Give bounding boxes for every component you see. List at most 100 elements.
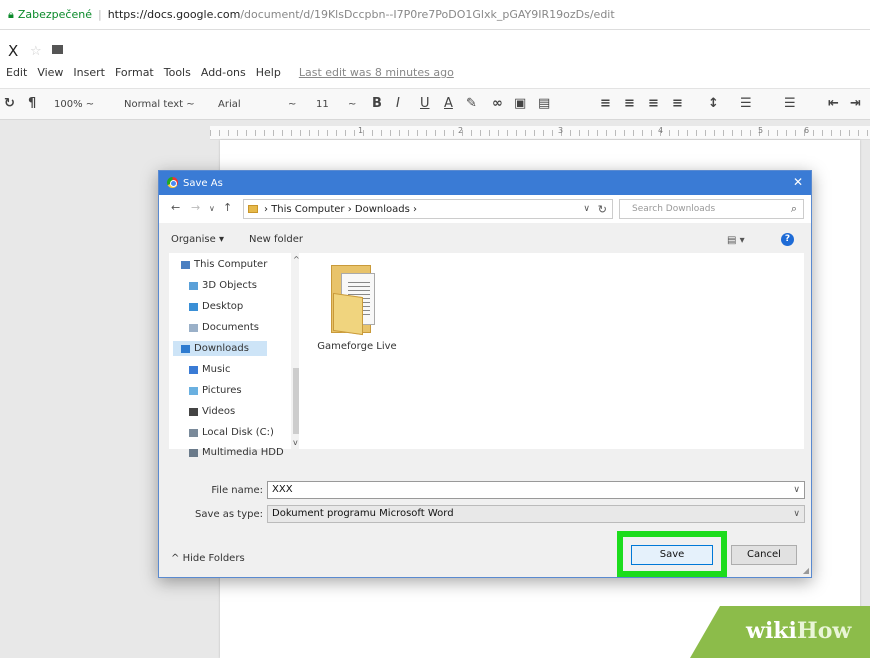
file-name-value: XXX [272, 484, 293, 495]
refresh-icon[interactable]: ↻ [598, 203, 607, 216]
nav-item-this-computer[interactable]: This Computer [181, 259, 267, 270]
organise-button[interactable]: Organise ▾ [171, 234, 224, 245]
help-icon[interactable]: ? [781, 233, 794, 246]
menu-tools[interactable]: Tools [164, 66, 191, 79]
comment-icon[interactable]: ▣ [514, 96, 526, 111]
separator: | [97, 8, 102, 21]
docs-toolbar: ↻ ¶ 100% ~ Normal text ~ Arial ~ 11 ~ B … [0, 88, 870, 120]
increase-indent-icon[interactable]: ⇥ [850, 96, 861, 111]
breadcrumb-this-computer[interactable]: This Computer [271, 204, 344, 215]
ruler-number: 5 [758, 126, 764, 135]
folder-icon [331, 265, 383, 336]
up-arrow-icon[interactable]: ↑ [223, 201, 232, 214]
save-as-dialog: Save As ✕ ← → ∨ ↑ › This Computer › Down… [158, 170, 812, 578]
last-edit-link[interactable]: Last edit was 8 minutes ago [299, 66, 454, 79]
path-breadcrumb[interactable]: › This Computer › Downloads › ∨ ↻ [243, 199, 613, 219]
link-icon[interactable]: ∞ [492, 96, 503, 111]
recent-locations-icon[interactable]: ∨ [209, 204, 215, 213]
menu-view[interactable]: View [37, 66, 63, 79]
text-color-icon[interactable]: A [444, 96, 453, 111]
menu-edit[interactable]: Edit [6, 66, 27, 79]
chevron-down-icon[interactable]: ∨ [583, 204, 590, 214]
search-icon: ⌕ [790, 202, 797, 215]
lock-icon: 🔒︎ [8, 7, 14, 21]
chevron-down-icon[interactable]: ∨ [793, 482, 800, 498]
breadcrumb-sep: › [344, 203, 355, 215]
file-name-row: File name: XXX ∨ [159, 481, 811, 501]
cancel-button[interactable]: Cancel [731, 545, 797, 565]
nav-item-label: Documents [202, 322, 260, 333]
italic-icon[interactable]: I [396, 96, 400, 111]
menu-help[interactable]: Help [256, 66, 281, 79]
menu-insert[interactable]: Insert [73, 66, 105, 79]
image-icon[interactable]: ▤ [538, 96, 550, 111]
star-icon[interactable]: ☆ [30, 44, 42, 59]
paint-format-icon[interactable]: ¶ [28, 96, 36, 111]
desktop-icon [189, 302, 198, 311]
font-size-dropdown-icon[interactable]: ~ [348, 99, 356, 110]
dialog-title: Save As [183, 177, 223, 189]
file-name-field[interactable]: XXX ∨ [267, 481, 805, 499]
search-input[interactable]: Search Downloads ⌕ [619, 199, 804, 219]
folder-icon [248, 205, 258, 213]
nav-item-label: Downloads [194, 343, 249, 354]
close-icon[interactable]: ✕ [793, 175, 803, 189]
ruler[interactable]: 1 2 3 4 5 6 [210, 126, 870, 140]
url-path[interactable]: /document/d/19KlsDccpbn--I7P0re7PoDO1Glx… [240, 8, 614, 21]
font-dropdown-icon[interactable]: ~ [288, 99, 296, 110]
document-title[interactable]: X [8, 42, 18, 60]
save-button[interactable]: Save [631, 545, 713, 565]
resize-grip-icon[interactable]: ◢ [803, 566, 809, 575]
font-size-select[interactable]: 11 [316, 99, 329, 110]
dialog-title-bar[interactable]: Save As ✕ [159, 171, 811, 195]
nav-item-label: Multimedia HDD [202, 447, 284, 458]
save-type-select[interactable]: Dokument programu Microsoft Word ∨ [267, 505, 805, 523]
nav-item-downloads[interactable]: Downloads [173, 341, 267, 356]
chevron-down-icon[interactable]: ∨ [793, 506, 800, 522]
nav-item-multimedia-hdd[interactable]: Multimedia HDD [189, 447, 285, 458]
menu-bar: Edit View Insert Format Tools Add-ons He… [6, 66, 454, 79]
nav-item-3d-objects[interactable]: 3D Objects [189, 280, 257, 291]
hide-folders-toggle[interactable]: ^ Hide Folders [171, 553, 245, 564]
nav-item-label: This Computer [194, 259, 268, 270]
url-host[interactable]: https://docs.google.com [108, 8, 241, 21]
nav-item-local-disk[interactable]: Local Disk (C:) [189, 427, 274, 438]
new-folder-button[interactable]: New folder [249, 234, 303, 245]
font-select[interactable]: Arial [218, 99, 241, 110]
nav-item-label: Desktop [202, 301, 244, 312]
folder-icon[interactable] [52, 45, 63, 54]
bulleted-list-icon[interactable]: ☰ [784, 96, 796, 111]
nav-item-music[interactable]: Music [189, 364, 230, 375]
file-item[interactable]: Gameforge Live [317, 265, 397, 352]
nav-item-documents[interactable]: Documents [189, 322, 259, 333]
align-left-icon[interactable]: ≡ [600, 96, 611, 111]
numbered-list-icon[interactable]: ☰ [740, 96, 752, 111]
scroll-down-icon[interactable]: v [293, 438, 298, 447]
redo-icon[interactable]: ↻ [4, 96, 15, 111]
address-bar[interactable]: 🔒︎ Zabezpečené | https://docs.google.com… [0, 0, 870, 30]
style-select[interactable]: Normal text ~ [124, 99, 195, 110]
zoom-select[interactable]: 100% ~ [54, 99, 94, 110]
align-center-icon[interactable]: ≡ [624, 96, 635, 111]
bold-icon[interactable]: B [372, 96, 382, 111]
view-options-icon[interactable]: ▤ ▾ [727, 235, 745, 246]
forward-arrow-icon[interactable]: → [191, 201, 200, 214]
justify-icon[interactable]: ≡ [672, 96, 683, 111]
align-right-icon[interactable]: ≡ [648, 96, 659, 111]
nav-item-pictures[interactable]: Pictures [189, 385, 242, 396]
menu-format[interactable]: Format [115, 66, 154, 79]
wikihow-watermark: wikiHow [690, 606, 870, 658]
chevron-up-icon: ^ [171, 553, 183, 564]
watermark-how: How [796, 618, 852, 644]
decrease-indent-icon[interactable]: ⇤ [828, 96, 839, 111]
line-spacing-icon[interactable]: ↕ [708, 96, 719, 111]
breadcrumb-downloads[interactable]: Downloads [355, 204, 410, 215]
back-arrow-icon[interactable]: ← [171, 201, 180, 214]
underline-icon[interactable]: U [420, 96, 430, 111]
docs-header: X ☆ Edit View Insert Format Tools Add-on… [0, 30, 870, 88]
highlight-icon[interactable]: ✎ [466, 96, 477, 111]
drive-icon [189, 448, 198, 457]
menu-addons[interactable]: Add-ons [201, 66, 246, 79]
nav-item-desktop[interactable]: Desktop [189, 301, 243, 312]
nav-item-videos[interactable]: Videos [189, 406, 235, 417]
